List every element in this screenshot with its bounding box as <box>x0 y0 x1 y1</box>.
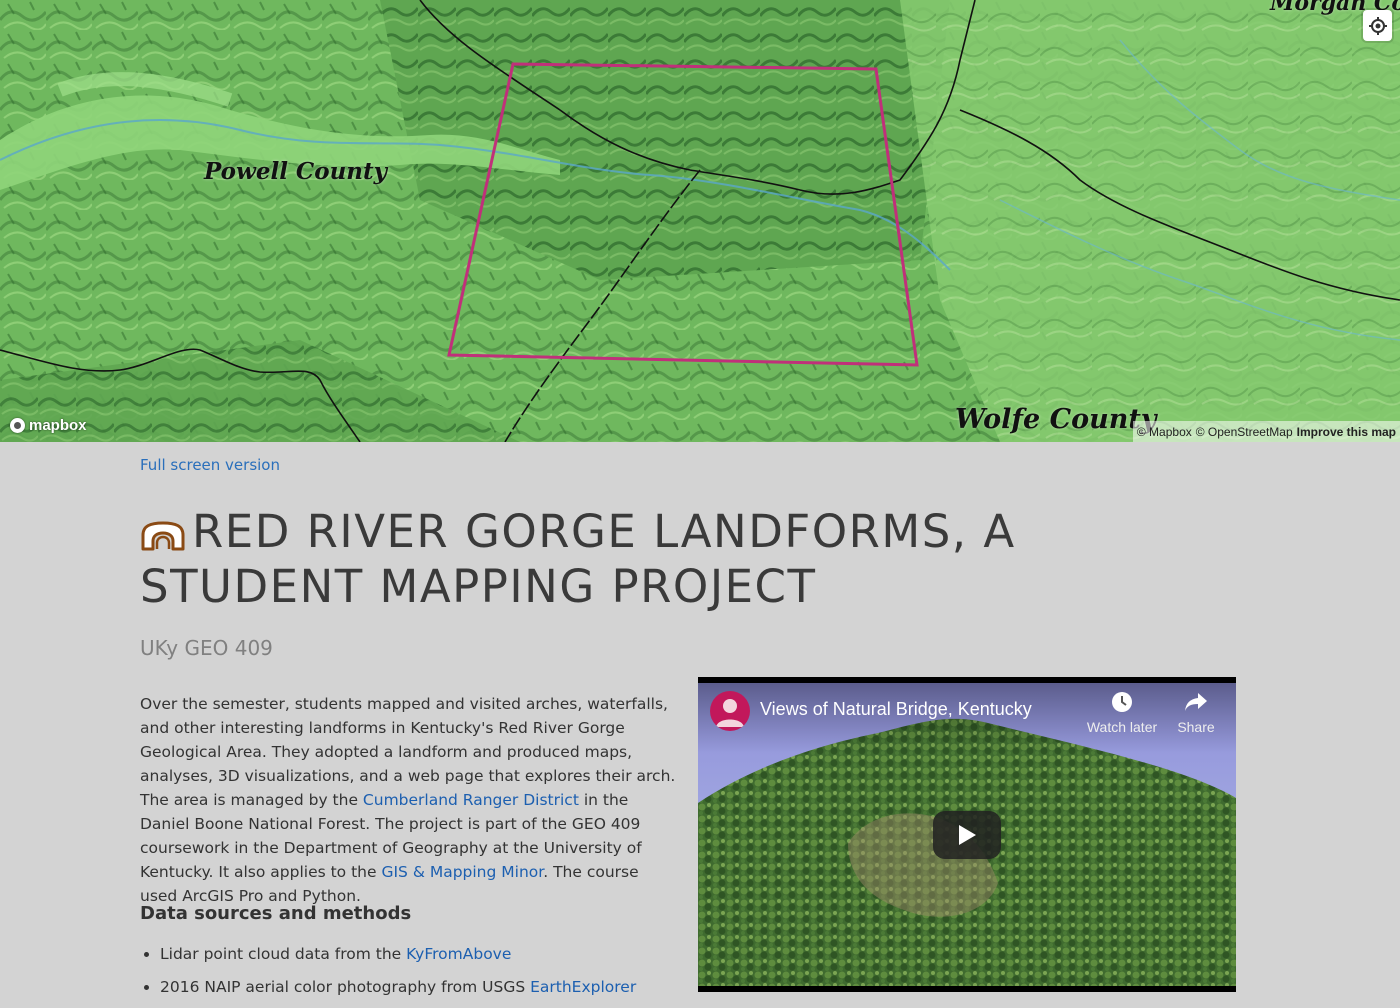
full-screen-link[interactable]: Full screen version <box>140 456 280 474</box>
channel-avatar[interactable] <box>710 691 750 731</box>
map-label-powell-county: Powell County <box>204 158 388 185</box>
mapbox-logo-text: mapbox <box>29 417 87 434</box>
youtube-video-embed[interactable]: Views of Natural Bridge, Kentucky Watch … <box>698 677 1236 992</box>
map-label-wolfe-county: Wolfe County <box>955 404 1157 435</box>
map-view[interactable]: Powell County Wolfe County Morgan Coun m… <box>0 0 1400 442</box>
data-sources-list: Lidar point cloud data from the KyFromAb… <box>140 942 636 1008</box>
intro-paragraph: Over the semester, students mapped and v… <box>140 692 680 908</box>
share-button[interactable]: Share <box>1166 689 1226 735</box>
source-text: 2016 NAIP aerial color photography from … <box>160 978 531 996</box>
watch-later-label: Watch later <box>1086 719 1158 735</box>
attribution-osm-link[interactable]: © OpenStreetMap <box>1196 425 1293 439</box>
clock-icon <box>1112 692 1132 712</box>
share-icon <box>1185 693 1207 711</box>
page-title-text: RED RIVER GORGE LANDFORMS, A STUDENT MAP… <box>140 505 1016 613</box>
play-button[interactable] <box>933 811 1001 859</box>
user-icon <box>716 699 744 727</box>
geolocate-button[interactable] <box>1363 10 1392 41</box>
data-sources-heading: Data sources and methods <box>140 903 412 924</box>
arch-icon <box>140 510 186 561</box>
list-item: 2016 NAIP aerial color photography from … <box>160 975 636 999</box>
terrain-basemap <box>0 0 1400 442</box>
attribution-mapbox-link[interactable]: © Mapbox <box>1137 425 1192 439</box>
mapbox-logo-icon <box>10 418 25 433</box>
improve-map-link[interactable]: Improve this map <box>1297 425 1396 439</box>
mapbox-logo[interactable]: mapbox <box>10 417 87 434</box>
gis-mapping-minor-link[interactable]: GIS & Mapping Minor <box>381 863 543 881</box>
list-item: Lidar point cloud data from the KyFromAb… <box>160 942 636 966</box>
share-label: Share <box>1177 719 1215 735</box>
video-title[interactable]: Views of Natural Bridge, Kentucky <box>760 699 1032 720</box>
kyfromabove-link[interactable]: KyFromAbove <box>406 945 511 963</box>
play-icon <box>959 825 976 845</box>
watch-later-button[interactable]: Watch later <box>1084 689 1160 735</box>
earthexplorer-link[interactable]: EarthExplorer <box>530 978 636 996</box>
crosshair-icon <box>1368 16 1387 35</box>
page-subtitle: UKy GEO 409 <box>140 636 273 660</box>
cumberland-ranger-district-link[interactable]: Cumberland Ranger District <box>363 791 579 809</box>
page-title: RED RIVER GORGE LANDFORMS, A STUDENT MAP… <box>140 506 1220 612</box>
map-attribution: © Mapbox © OpenStreetMap Improve this ma… <box>1132 421 1400 442</box>
source-text: Lidar point cloud data from the <box>160 945 407 963</box>
